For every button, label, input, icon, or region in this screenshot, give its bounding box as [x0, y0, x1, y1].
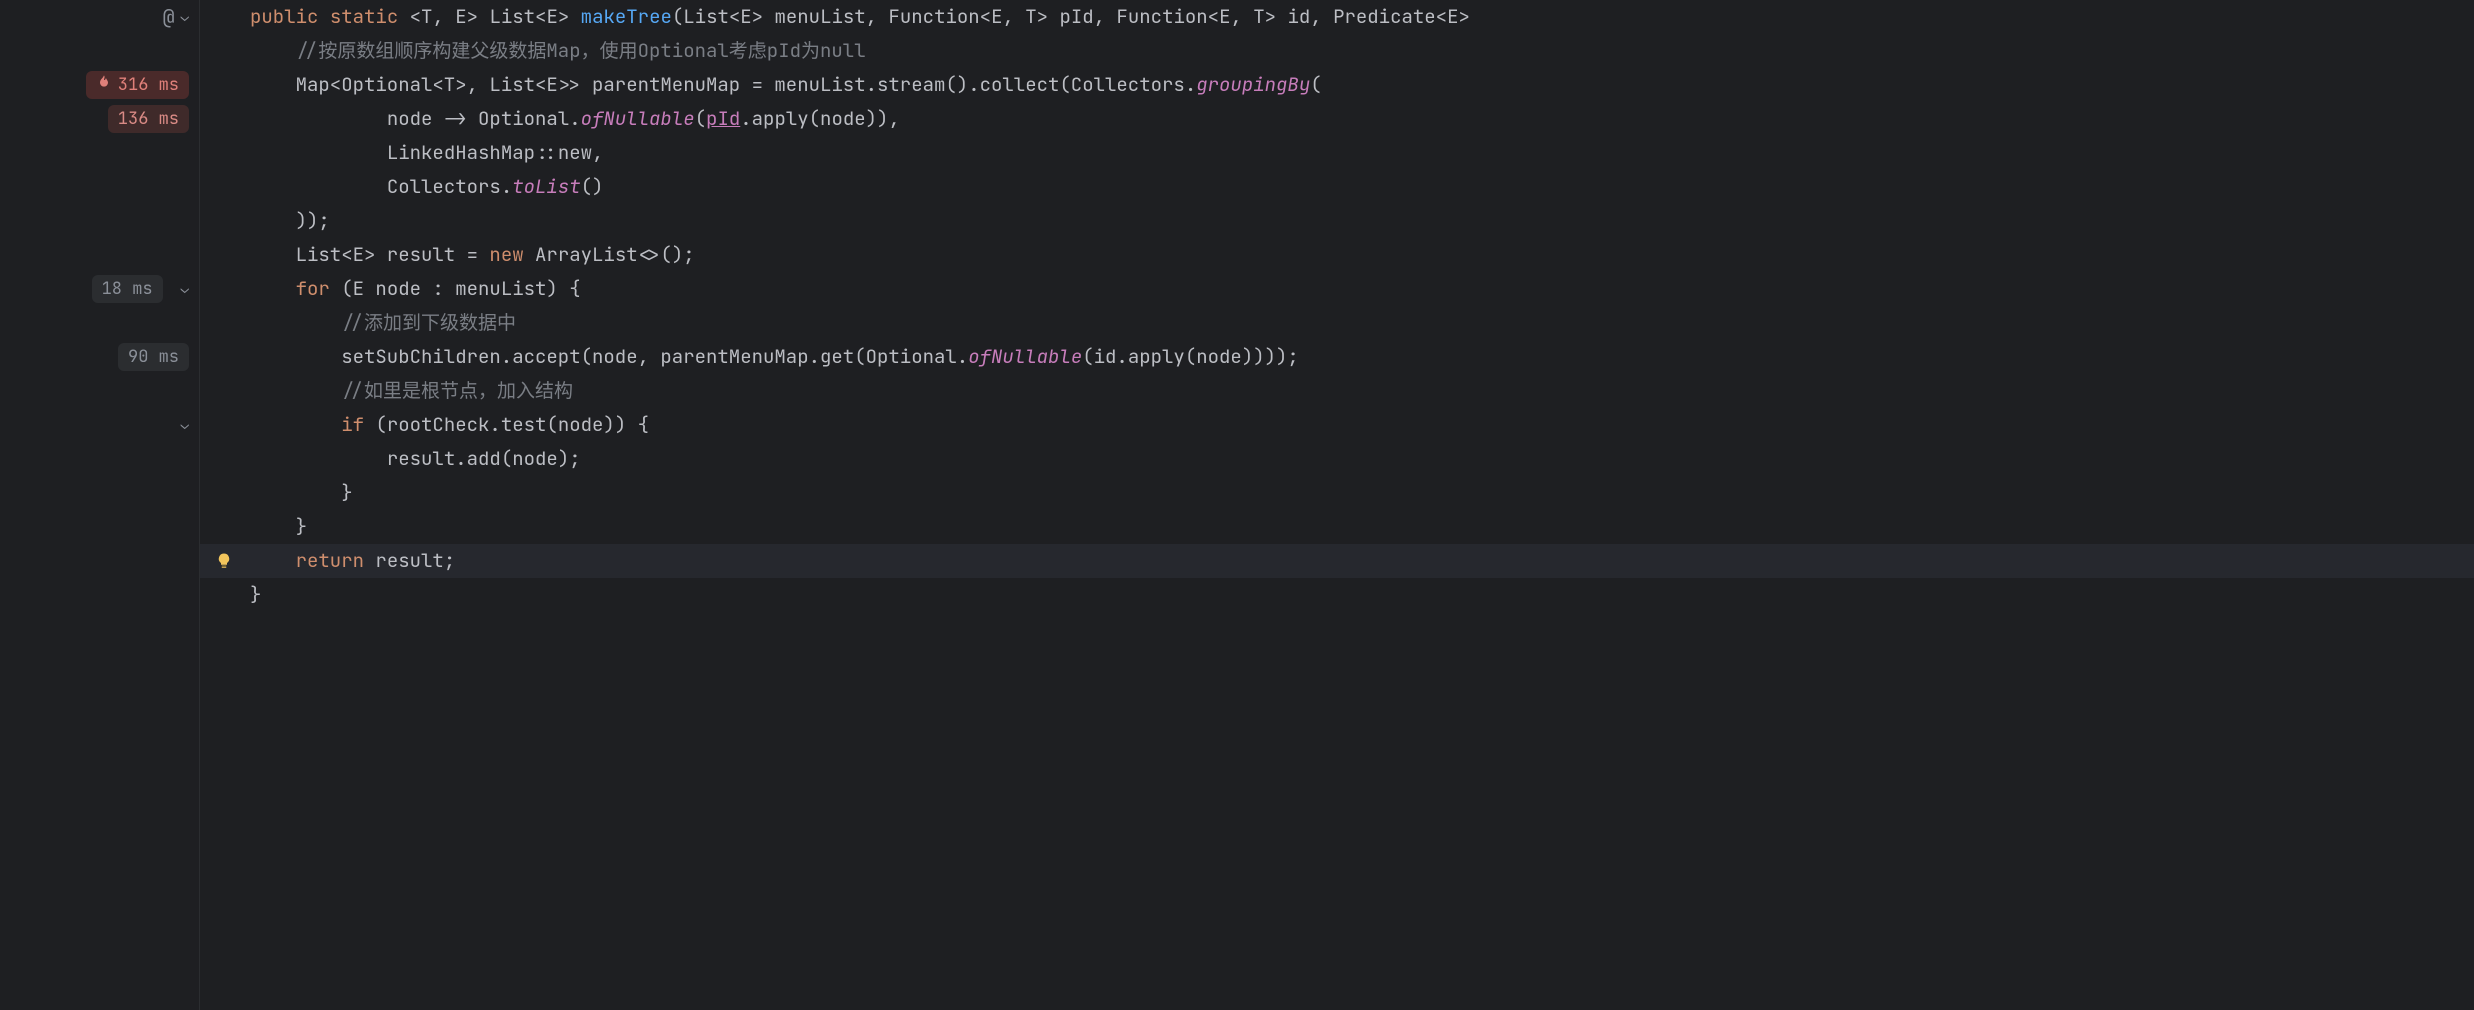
gutter-row: [0, 204, 199, 238]
keyword: return: [296, 548, 364, 573]
type-param: E: [546, 4, 557, 29]
perf-badge-low[interactable]: 90 ms: [118, 343, 189, 371]
code-text: (id.apply(node))));: [1082, 344, 1299, 369]
code-line[interactable]: }: [200, 578, 2474, 612]
perf-badge-text: 18 ms: [102, 277, 153, 301]
perf-badge-text: 136 ms: [118, 107, 179, 131]
code-line[interactable]: result.add(node);: [200, 442, 2474, 476]
static-method: ofNullable: [581, 106, 695, 131]
type: List<: [489, 4, 546, 29]
intention-bulb-icon[interactable]: [212, 549, 236, 573]
code-line[interactable]: //添加到下级数据中: [200, 306, 2474, 340]
code-line[interactable]: Map<Optional<T>, List<E>> parentMenuMap …: [200, 68, 2474, 102]
code-text: }: [250, 582, 261, 607]
method-name: makeTree: [581, 4, 672, 29]
keyword: for: [296, 276, 330, 301]
code-text: }: [296, 514, 307, 539]
type: >: [558, 4, 569, 29]
code-text: result.add(node);: [387, 446, 581, 471]
code-text: }: [341, 480, 352, 505]
code-text: (: [695, 106, 706, 131]
gutter-row: [0, 476, 199, 510]
gutter-row: @ ⌄: [0, 0, 199, 34]
gutter-row: [0, 170, 199, 204]
code-text: ));: [296, 208, 330, 233]
keyword: static: [330, 4, 398, 29]
gutter-row: [0, 136, 199, 170]
code-line[interactable]: for (E node : menuList) {: [200, 272, 2474, 306]
perf-badge-text: 316 ms: [118, 73, 179, 97]
code-text: node -> Optional.: [387, 106, 581, 131]
code-text: Map<Optional<T>, List<E>> parentMenuMap …: [296, 72, 1197, 97]
code-text: (rootCheck.test(node)) {: [364, 412, 649, 437]
code-line-active[interactable]: return result;: [200, 544, 2474, 578]
keyword: new: [489, 242, 523, 267]
gutter-row: [0, 544, 199, 578]
code-line[interactable]: }: [200, 510, 2474, 544]
code-text: ArrayList<>();: [524, 242, 695, 267]
code-line[interactable]: }: [200, 476, 2474, 510]
gutter-row: [0, 442, 199, 476]
code-text: LinkedHashMap::new,: [387, 140, 604, 165]
param-ref: pId: [706, 106, 740, 131]
gutter-row: 90 ms: [0, 340, 199, 374]
code-line[interactable]: List<E> result = new ArrayList<>();: [200, 238, 2474, 272]
code-line[interactable]: node -> Optional.ofNullable(pId.apply(no…: [200, 102, 2474, 136]
perf-badge-low[interactable]: 18 ms: [92, 275, 163, 303]
gutter-row: [0, 306, 199, 340]
annotations-indicator[interactable]: @ ⌄: [163, 4, 189, 30]
code-line[interactable]: //按原数组顺序构建父级数据Map，使用Optional考虑pId为null: [200, 34, 2474, 68]
code-line[interactable]: public static <T, E> List<E> makeTree(Li…: [200, 0, 2474, 34]
keyword: if: [341, 412, 364, 437]
code-area[interactable]: public static <T, E> List<E> makeTree(Li…: [200, 0, 2474, 1010]
comment: //按原数组顺序构建父级数据Map，使用Optional考虑pId为null: [296, 38, 866, 63]
chevron-down-icon: ⌄: [181, 8, 189, 26]
perf-badge-text: 90 ms: [128, 345, 179, 369]
comment: //如里是根节点，加入结构: [341, 378, 573, 403]
gutter-row: [0, 578, 199, 612]
code-text: Collectors.: [387, 174, 512, 199]
code-line[interactable]: if (rootCheck.test(node)) {: [200, 408, 2474, 442]
code-text: (): [581, 174, 604, 199]
code-text: .apply(node)),: [740, 106, 900, 131]
gutter-row: 136 ms: [0, 102, 199, 136]
gutter-row: [0, 374, 199, 408]
gutter-row: [0, 510, 199, 544]
code-text: setSubChildren.accept(node, parentMenuMa…: [341, 344, 968, 369]
fold-chevron-icon[interactable]: ⌄: [181, 416, 189, 434]
at-label: @: [163, 4, 175, 30]
keyword: public: [250, 4, 318, 29]
generic-params: <T, E>: [410, 4, 478, 29]
static-method: groupingBy: [1196, 72, 1310, 97]
gutter-row: [0, 34, 199, 68]
code-line[interactable]: ));: [200, 204, 2474, 238]
code-text: result;: [364, 548, 455, 573]
gutter-row: [0, 238, 199, 272]
gutter: @ ⌄ 316 ms 136 ms 18 ms ⌄: [0, 0, 200, 1010]
code-text: (: [1310, 72, 1321, 97]
static-method: ofNullable: [968, 344, 1082, 369]
code-editor: @ ⌄ 316 ms 136 ms 18 ms ⌄: [0, 0, 2474, 1010]
comment: //添加到下级数据中: [341, 310, 516, 335]
gutter-row: ⌄: [0, 408, 199, 442]
params: (List<E> menuList, Function<E, T> pId, F…: [672, 4, 1470, 29]
static-method: toList: [512, 174, 580, 199]
code-line[interactable]: setSubChildren.accept(node, parentMenuMa…: [200, 340, 2474, 374]
code-text: (E node : menuList) {: [330, 276, 581, 301]
gutter-row: 18 ms ⌄: [0, 272, 199, 306]
code-line[interactable]: Collectors.toList(): [200, 170, 2474, 204]
code-line[interactable]: LinkedHashMap::new,: [200, 136, 2474, 170]
code-line[interactable]: //如里是根节点，加入结构: [200, 374, 2474, 408]
perf-badge-hot[interactable]: 316 ms: [86, 71, 189, 99]
perf-badge-med[interactable]: 136 ms: [108, 105, 189, 133]
fold-chevron-icon[interactable]: ⌄: [181, 280, 189, 298]
gutter-row: 316 ms: [0, 68, 199, 102]
flame-icon: [96, 73, 112, 97]
code-text: List<E> result =: [296, 242, 490, 267]
